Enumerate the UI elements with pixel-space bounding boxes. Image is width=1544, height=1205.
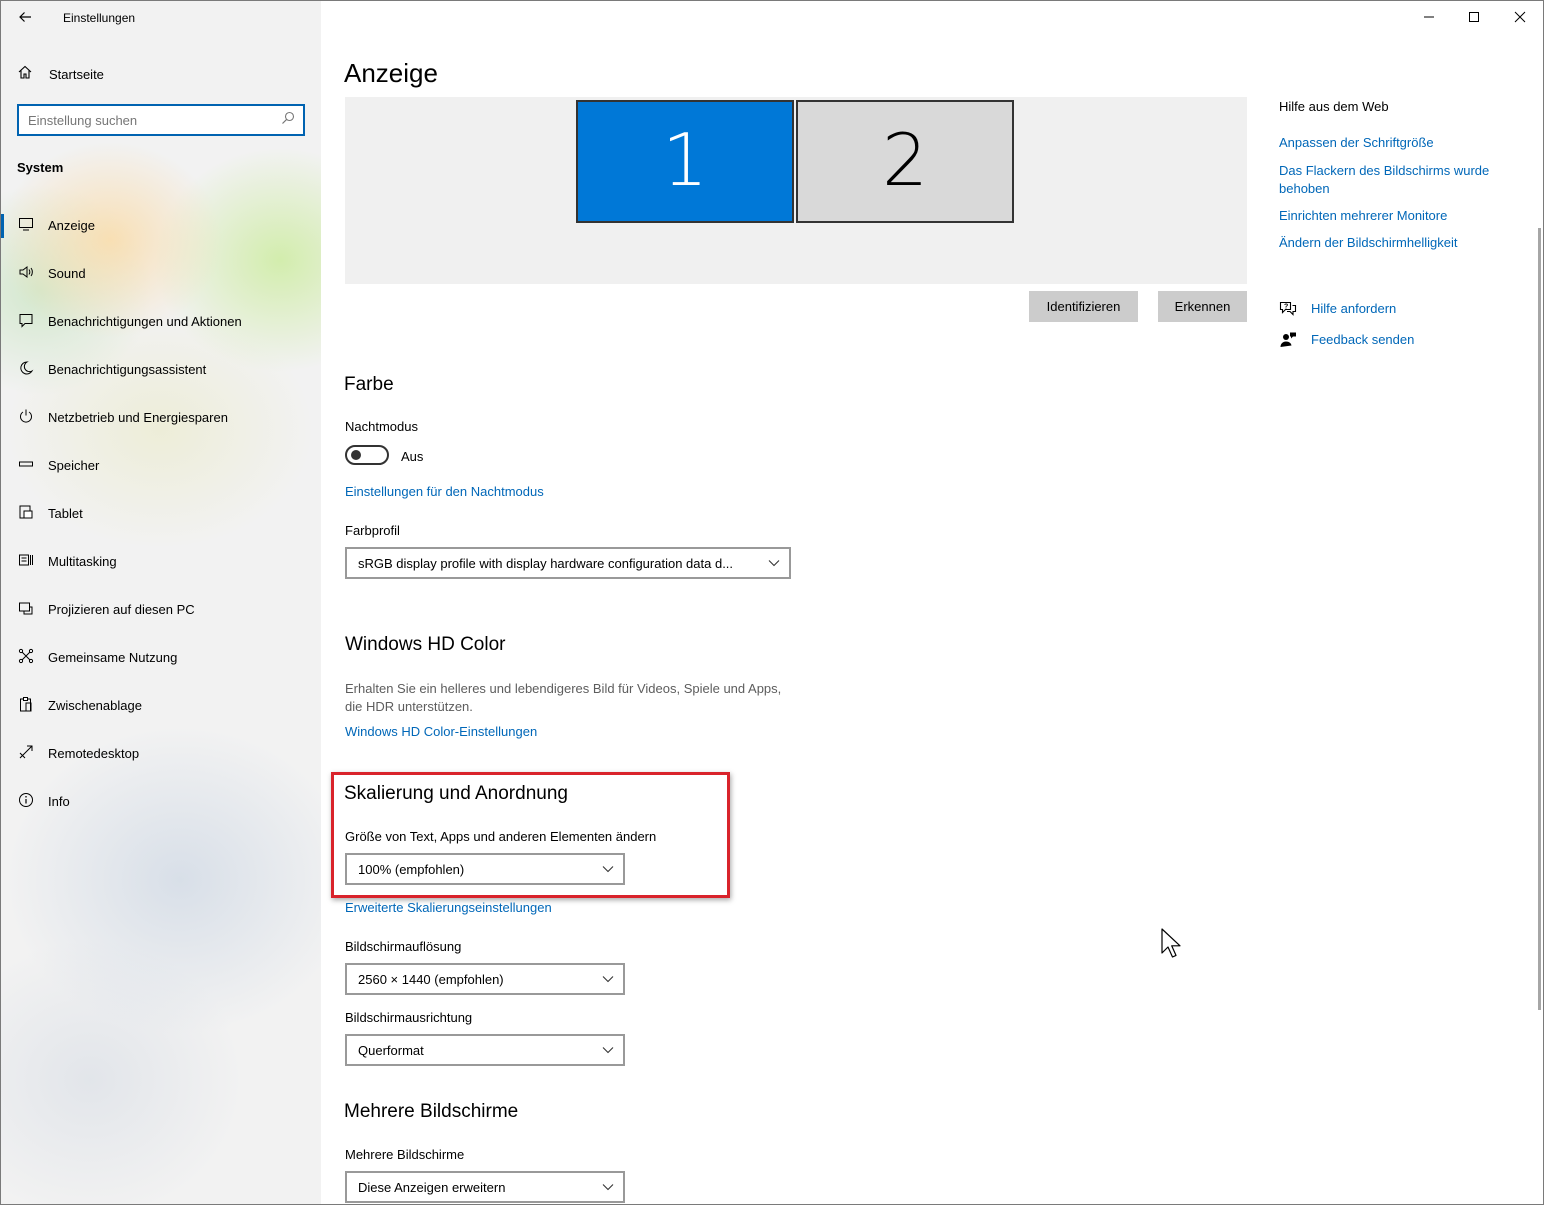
help-heading: Hilfe aus dem Web (1279, 99, 1389, 114)
notification-icon (17, 312, 35, 330)
sidebar-item-label: Sound (48, 266, 86, 281)
sidebar-item-label: Netzbetrieb und Energiesparen (48, 410, 228, 425)
sidebar-section-heading: System (17, 160, 64, 175)
app-title: Einstellungen (63, 11, 136, 25)
chevron-down-icon (602, 1184, 614, 1191)
help-link-brightness[interactable]: Ändern der Bildschirmhelligkeit (1279, 234, 1509, 252)
sidebar-item-label: Tablet (48, 506, 83, 521)
monitor-icon (17, 216, 35, 234)
night-mode-toggle[interactable] (345, 445, 389, 465)
sidebar-item-projizieren[interactable]: Projizieren auf diesen PC (0, 588, 321, 632)
hd-color-description: Erhalten Sie ein helleres und lebendiger… (345, 681, 782, 714)
moon-icon (17, 360, 35, 378)
sidebar-item-label: Benachrichtigungen und Aktionen (48, 314, 242, 329)
sidebar-item-label: Multitasking (48, 554, 117, 569)
night-mode-settings-link[interactable]: Einstellungen für den Nachtmodus (345, 484, 544, 499)
back-arrow-icon[interactable] (14, 6, 36, 28)
help-link-multiple-monitors[interactable]: Einrichten mehrerer Monitore (1279, 207, 1509, 225)
help-link-font-size[interactable]: Anpassen der Schriftgröße (1279, 134, 1509, 152)
display-arrangement: 1 2 (345, 97, 1247, 284)
help-chat-icon: ? (1279, 301, 1297, 316)
sidebar-item-speicher[interactable]: Speicher (0, 444, 321, 488)
color-profile-label: Farbprofil (345, 523, 400, 538)
feedback-person-icon (1280, 332, 1296, 347)
dropdown-value: 2560 × 1440 (empfohlen) (358, 972, 504, 987)
remote-icon (17, 744, 35, 762)
sidebar-item-sound[interactable]: Sound (0, 252, 321, 296)
search-icon[interactable] (281, 111, 297, 127)
project-icon (17, 600, 35, 618)
chevron-down-icon (768, 560, 780, 567)
dropdown-value: Diese Anzeigen erweitern (358, 1180, 506, 1195)
sidebar-item-gemeinsame-nutzung[interactable]: Gemeinsame Nutzung (0, 636, 321, 680)
feedback-label: Feedback senden (1311, 332, 1415, 347)
resolution-label: Bildschirmauflösung (345, 939, 462, 954)
page-title: Anzeige (344, 58, 438, 88)
power-icon (17, 408, 35, 426)
sidebar-item-multitasking[interactable]: Multitasking (0, 540, 321, 584)
detect-button[interactable]: Erkennen (1158, 291, 1247, 322)
svg-text:?: ? (1284, 303, 1288, 310)
night-mode-state: Aus (401, 449, 424, 464)
identify-button[interactable]: Identifizieren (1029, 291, 1138, 322)
multi-display-dropdown[interactable]: Diese Anzeigen erweitern (345, 1171, 625, 1203)
sidebar-item-label: Zwischenablage (48, 698, 142, 713)
sidebar-item-label: Remotedesktop (48, 746, 140, 761)
multi-display-heading: Mehrere Bildschirme (344, 1101, 519, 1122)
search-input[interactable] (28, 111, 268, 129)
sidebar-item-netzbetrieb[interactable]: Netzbetrieb und Energiesparen (0, 396, 321, 440)
sidebar-item-benachrichtigungen[interactable]: Benachrichtigungen und Aktionen (0, 300, 321, 344)
sidebar-item-label: Info (48, 794, 70, 809)
speaker-icon (17, 264, 35, 282)
scrollbar[interactable] (1538, 228, 1541, 1010)
sidebar-item-label: Projizieren auf diesen PC (48, 602, 195, 617)
night-mode-label: Nachtmodus (345, 419, 418, 434)
toggle-knob (351, 450, 361, 460)
color-profile-dropdown[interactable]: sRGB display profile with display hardwa… (345, 547, 791, 579)
home-label: Startseite (49, 67, 104, 82)
tablet-icon (17, 504, 35, 522)
share-icon (17, 648, 35, 666)
sidebar-item-label: Anzeige (48, 218, 95, 233)
orientation-label: Bildschirmausrichtung (345, 1010, 473, 1025)
storage-icon (17, 456, 35, 474)
hd-color-settings-link[interactable]: Windows HD Color-Einstellungen (345, 724, 537, 739)
orientation-dropdown[interactable]: Querformat (345, 1034, 625, 1066)
chevron-down-icon (602, 976, 614, 983)
dropdown-value: Querformat (358, 1043, 424, 1058)
mouse-cursor-icon (1161, 928, 1181, 958)
highlight-annotation (331, 772, 730, 898)
home-link[interactable]: Startseite (0, 62, 321, 88)
sidebar-item-remotedesktop[interactable]: Remotedesktop (0, 732, 321, 776)
multitasking-icon (17, 552, 35, 570)
color-heading: Farbe (344, 374, 394, 395)
sidebar-item-label: Gemeinsame Nutzung (48, 650, 178, 665)
multi-display-label: Mehrere Bildschirme (345, 1147, 465, 1162)
help-link-flicker[interactable]: Das Flackern des Bildschirms wurde behob… (1279, 162, 1509, 198)
sidebar-item-zwischenablage[interactable]: Zwischenablage (0, 684, 321, 728)
sidebar-item-benachrichtigungsassistent[interactable]: Benachrichtigungsassistent (0, 348, 321, 392)
minimize-icon[interactable] (1414, 4, 1444, 30)
sidebar: Einstellungen Startseite System Anzeige … (0, 0, 321, 1205)
monitor-2[interactable]: 2 (796, 100, 1014, 223)
sidebar-item-anzeige[interactable]: Anzeige (0, 204, 321, 248)
search-box[interactable] (17, 104, 305, 136)
sidebar-item-info[interactable]: Info (0, 780, 321, 824)
clipboard-icon (17, 696, 35, 714)
sidebar-item-label: Benachrichtigungsassistent (48, 362, 207, 377)
sidebar-item-label: Speicher (48, 458, 100, 473)
sidebar-item-tablet[interactable]: Tablet (0, 492, 321, 536)
info-icon (17, 792, 35, 810)
get-help-label: Hilfe anfordern (1311, 301, 1397, 316)
dropdown-value: sRGB display profile with display hardwa… (358, 556, 734, 571)
maximize-icon[interactable] (1459, 4, 1489, 30)
close-icon[interactable] (1505, 4, 1535, 30)
home-icon (17, 64, 33, 86)
advanced-scaling-link[interactable]: Erweiterte Skalierungseinstellungen (345, 900, 552, 915)
resolution-dropdown[interactable]: 2560 × 1440 (empfohlen) (345, 963, 625, 995)
monitor-1[interactable]: 1 (576, 100, 794, 223)
chevron-down-icon (602, 1047, 614, 1054)
hd-color-heading: Windows HD Color (345, 634, 506, 655)
